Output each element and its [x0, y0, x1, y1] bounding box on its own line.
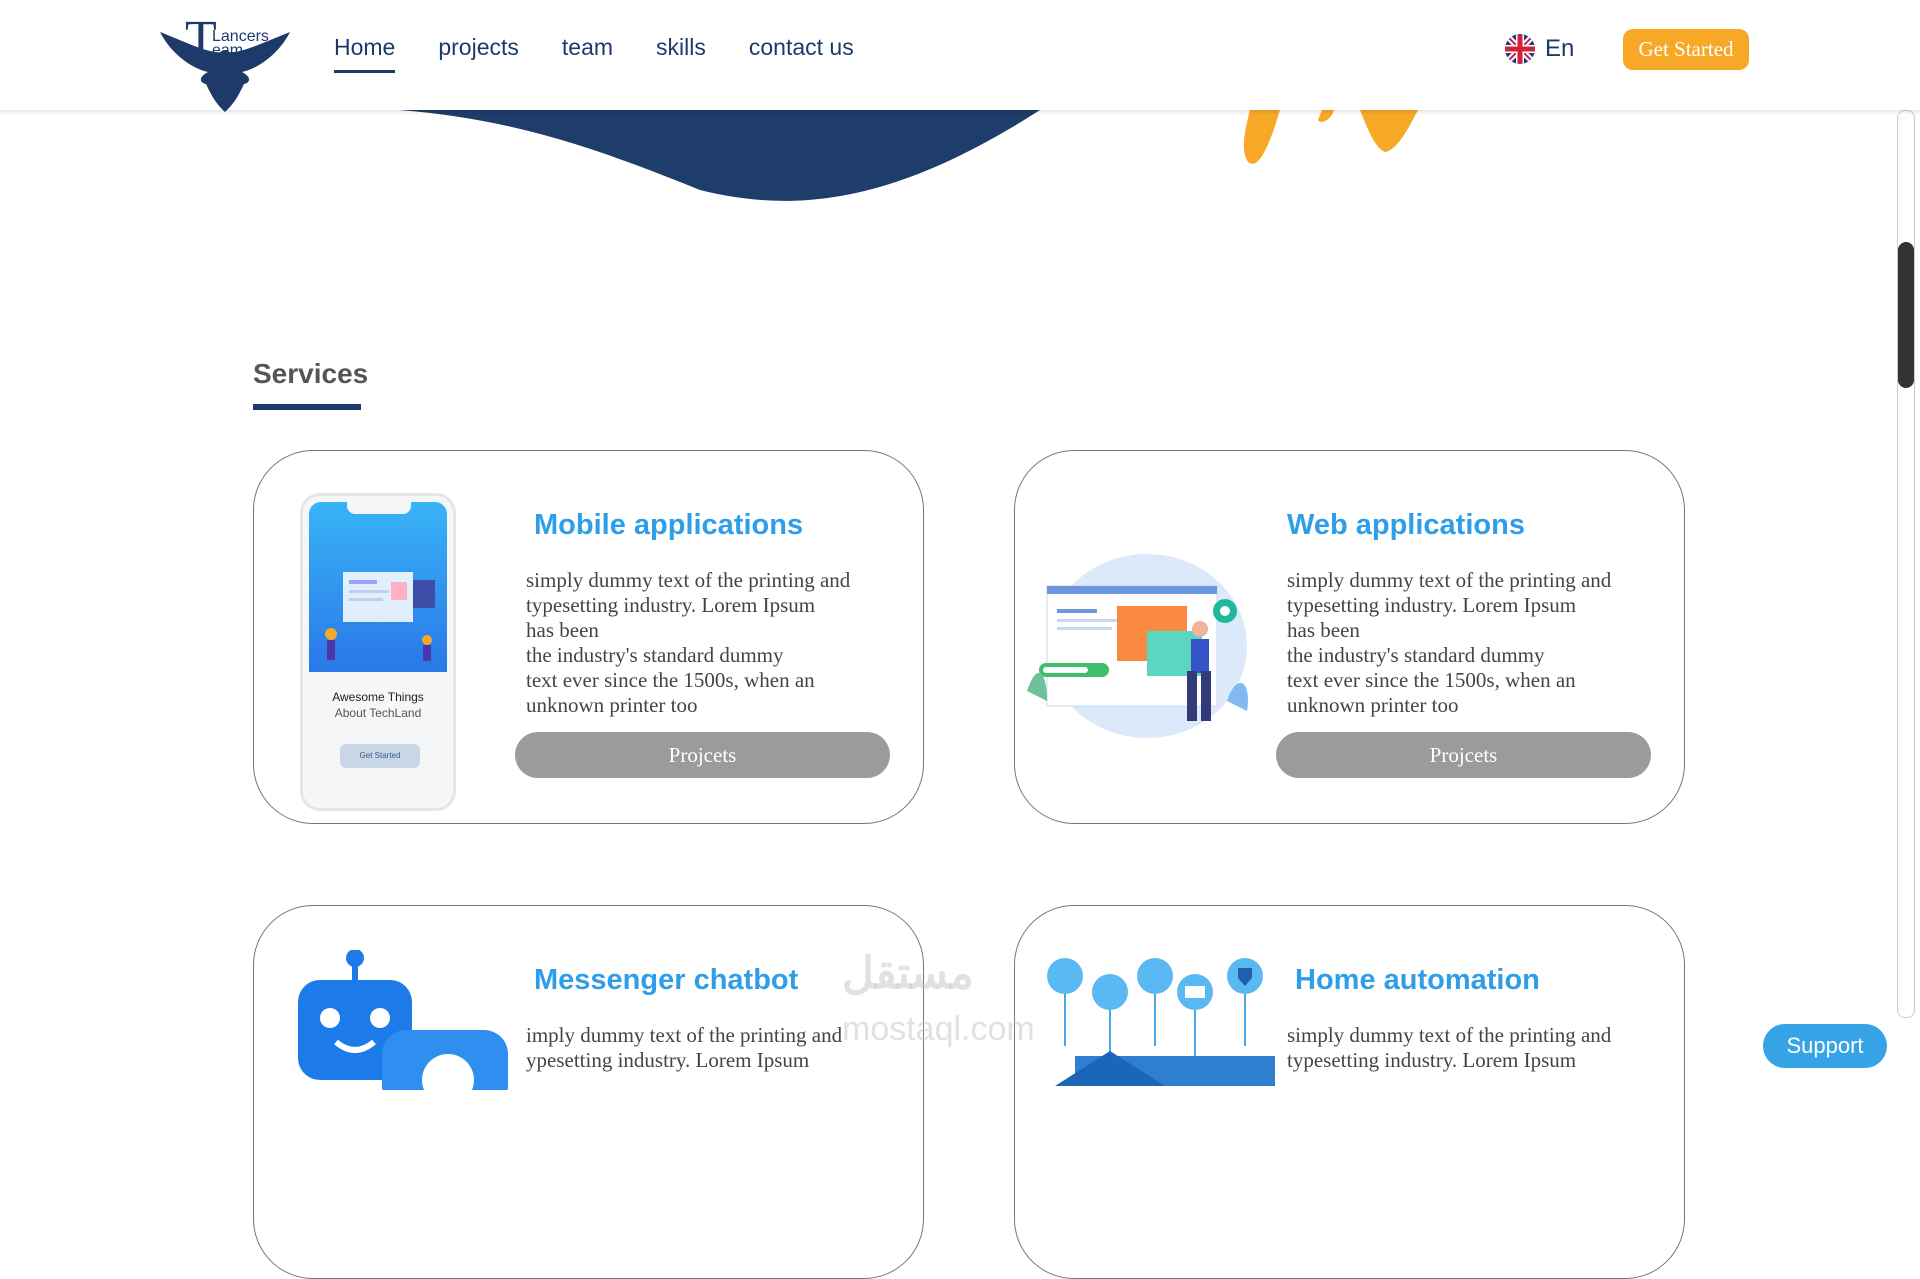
- services-heading: Services: [253, 358, 369, 389]
- phone-screen: [309, 502, 447, 672]
- nav-contact-us[interactable]: contact us: [749, 34, 854, 73]
- card-title: Mobile applications: [534, 509, 804, 541]
- home-automation-illustration: [1047, 958, 1275, 1086]
- card-title: Web applications: [1287, 509, 1525, 541]
- heading-underline: [253, 404, 361, 410]
- service-card-mobile: Awesome Things About TechLand Get Starte…: [253, 450, 924, 824]
- phone-get-started: Get Started: [340, 744, 420, 768]
- nav-projects[interactable]: projects: [438, 34, 519, 73]
- card-title: Messenger chatbot: [534, 964, 799, 996]
- language-label: En: [1545, 35, 1575, 62]
- card-description: simply dummy text of the printing and ty…: [526, 568, 851, 717]
- chatbot-icon: [298, 950, 508, 1090]
- language-switcher[interactable]: En: [1505, 34, 1574, 64]
- card-description: simply dummy text of the printing and ty…: [1287, 568, 1612, 717]
- nav-team[interactable]: team: [562, 34, 613, 73]
- scrollbar-thumb[interactable]: [1898, 242, 1914, 388]
- phone-mockup-image: Awesome Things About TechLand Get Starte…: [300, 493, 456, 811]
- card-title: Home automation: [1295, 964, 1540, 996]
- support-button[interactable]: Support: [1763, 1024, 1887, 1068]
- card-description: simply dummy text of the printing and ty…: [1287, 1023, 1612, 1072]
- main-nav: Home projects team skills contact us: [334, 34, 854, 73]
- get-started-button[interactable]: Get Started: [1623, 29, 1749, 70]
- projects-button[interactable]: Projcets: [1276, 732, 1651, 778]
- top-navbar: T Lancers eam Home projects team skills …: [0, 0, 1920, 112]
- mostaql-watermark-url: mostaql.com: [842, 1010, 1035, 1048]
- phone-illustration: [325, 572, 435, 661]
- mostaql-watermark: مستقل: [842, 949, 974, 998]
- web-illustration: [1027, 554, 1248, 738]
- nav-skills[interactable]: skills: [656, 34, 706, 73]
- service-card-home-automation: Home automation simply dummy text of the…: [1014, 905, 1685, 1279]
- nav-home[interactable]: Home: [334, 34, 396, 73]
- uk-flag-icon: [1505, 34, 1535, 64]
- hero-decoration: [400, 110, 1418, 201]
- service-card-chatbot: Messenger chatbot imply dummy text of th…: [253, 905, 924, 1279]
- lancers-team-logo[interactable]: T Lancers eam: [160, 14, 295, 114]
- phone-title: Awesome Things: [332, 690, 424, 704]
- projects-button[interactable]: Projcets: [515, 732, 890, 778]
- phone-subtitle: About TechLand: [334, 706, 422, 720]
- logo-text-line2: eam: [212, 42, 244, 59]
- service-card-web: Web applications simply dummy text of th…: [1014, 450, 1685, 824]
